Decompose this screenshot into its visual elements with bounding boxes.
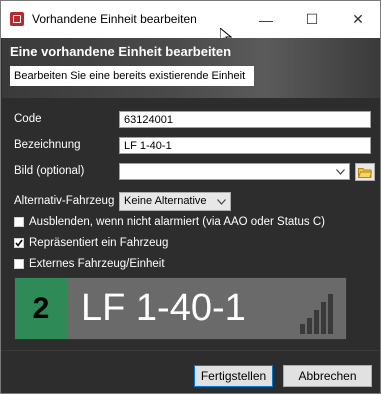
browse-folder-button[interactable] — [355, 163, 375, 181]
close-button[interactable]: ✕ — [335, 1, 380, 38]
code-field[interactable]: 63124001 — [119, 111, 371, 128]
dialog-window: Vorhandene Einheit bearbeiten — ☐ ✕ Eine… — [0, 0, 381, 394]
represents-vehicle-label: Repräsentiert ein Fahrzeug — [29, 237, 169, 249]
represents-vehicle-checkbox[interactable] — [14, 238, 24, 248]
alt-vehicle-label: Alternativ-Fahrzeug — [14, 195, 115, 207]
external-unit-label: Externes Fahrzeug/Einheit — [29, 258, 165, 270]
hide-when-not-alarmed-label: Ausblenden, wenn nicht alarmiert (via AA… — [29, 216, 325, 228]
cancel-button[interactable]: Abbrechen — [283, 365, 372, 387]
folder-icon — [358, 167, 372, 178]
image-combo[interactable] — [119, 163, 350, 180]
header-title: Eine vorhandene Einheit bearbeiten — [10, 44, 232, 59]
external-unit-checkbox[interactable] — [14, 259, 24, 269]
app-icon — [10, 12, 24, 26]
name-label: Bezeichnung — [14, 139, 81, 151]
alt-vehicle-select[interactable]: Keine Alternative — [119, 192, 231, 211]
alt-vehicle-selected: Keine Alternative — [124, 195, 207, 207]
code-label: Code — [14, 113, 42, 125]
maximize-button[interactable]: ☐ — [289, 1, 335, 38]
header-subtitle: Bearbeiten Sie eine bereits existierende… — [10, 66, 254, 86]
unit-preview: 2 LF 1-40-1 — [14, 277, 347, 340]
chevron-down-icon — [336, 169, 345, 175]
window-title: Vorhandene Einheit bearbeiten — [32, 12, 197, 26]
preview-unit-name: LF 1-40-1 — [81, 287, 246, 329]
minimize-button[interactable]: — — [243, 1, 289, 38]
represents-vehicle-row[interactable]: Repräsentiert ein Fahrzeug — [14, 236, 168, 250]
signal-strength-icon — [300, 294, 333, 334]
image-label: Bild (optional) — [14, 165, 85, 177]
preview-status-badge: 2 — [15, 278, 67, 339]
finish-button[interactable]: Fertigstellen — [194, 365, 273, 387]
title-bar: Vorhandene Einheit bearbeiten — ☐ ✕ — [1, 1, 380, 46]
hide-when-not-alarmed-checkbox[interactable] — [14, 217, 24, 227]
dialog-header: Eine vorhandene Einheit bearbeiten Bearb… — [2, 38, 380, 98]
chevron-down-icon — [217, 199, 226, 205]
hide-when-not-alarmed-row[interactable]: Ausblenden, wenn nicht alarmiert (via AA… — [14, 215, 325, 229]
checkmark-icon — [15, 239, 23, 247]
external-unit-row[interactable]: Externes Fahrzeug/Einheit — [14, 257, 165, 271]
dialog-footer: Fertigstellen Abbrechen — [1, 350, 380, 393]
name-field[interactable]: LF 1-40-1 — [119, 137, 371, 154]
